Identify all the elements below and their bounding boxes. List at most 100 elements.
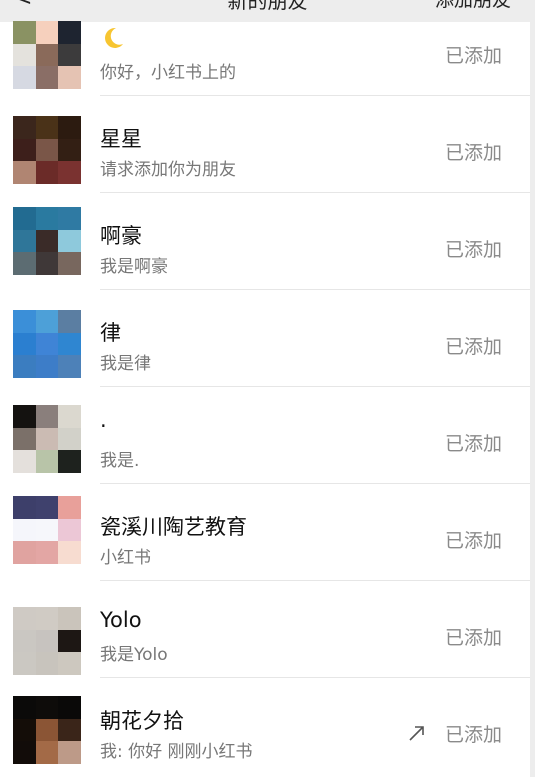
avatar[interactable] xyxy=(13,21,81,89)
friend-message: 小红书 xyxy=(100,548,151,568)
avatar[interactable] xyxy=(13,607,81,675)
avatar-tile xyxy=(35,696,59,719)
avatar-tile xyxy=(58,652,81,675)
status-added: 已添加 xyxy=(444,530,502,552)
avatar-tile xyxy=(13,207,36,230)
avatar-tile xyxy=(35,607,59,630)
status-added: 已添加 xyxy=(444,142,502,164)
avatar-tile xyxy=(13,741,36,764)
friend-name: · xyxy=(100,414,107,438)
friend-message: 请求添加你为朋友 xyxy=(100,160,236,180)
friend-message: 我: 你好 刚刚小红书 xyxy=(100,742,253,762)
friend-message: 我是. xyxy=(100,451,140,471)
avatar[interactable] xyxy=(13,696,81,764)
avatar-tile xyxy=(35,207,59,230)
friend-row[interactable]: · 我是. 已添加 xyxy=(0,387,530,484)
friend-row[interactable]: 星星 请求添加你为朋友 已添加 xyxy=(0,96,530,193)
avatar-tile xyxy=(13,450,36,473)
avatar-tile xyxy=(13,229,36,253)
avatar-tile xyxy=(58,427,81,451)
avatar-tile xyxy=(13,718,36,742)
friend-row[interactable]: 你好，小红书上的 已添加 xyxy=(0,0,530,96)
avatar-tile xyxy=(13,629,36,653)
avatar-tile xyxy=(13,43,36,67)
avatar-tile xyxy=(58,541,81,564)
avatar-tile xyxy=(13,310,36,333)
avatar-tile xyxy=(58,629,81,653)
avatar-tile xyxy=(35,252,59,275)
arrow-up-right-icon[interactable] xyxy=(407,723,427,743)
friend-message: 我是律 xyxy=(100,354,151,374)
avatar-tile xyxy=(58,355,81,378)
avatar-tile xyxy=(58,138,81,162)
avatar-tile xyxy=(58,518,81,542)
friend-row[interactable]: 朝花夕拾 我: 你好 刚刚小红书 已添加 xyxy=(0,678,530,775)
avatar-tile xyxy=(13,405,36,428)
avatar[interactable] xyxy=(13,310,81,378)
avatar-tile xyxy=(13,518,36,542)
avatar-tile xyxy=(13,21,36,44)
avatar-tile xyxy=(58,696,81,719)
avatar-tile xyxy=(35,652,59,675)
avatar-tile xyxy=(58,116,81,139)
avatar-tile xyxy=(13,332,36,356)
friend-name: 星星 xyxy=(100,127,142,151)
avatar-tile xyxy=(58,43,81,67)
avatar-tile xyxy=(35,138,59,162)
avatar-tile xyxy=(13,138,36,162)
avatar-tile xyxy=(58,496,81,519)
avatar[interactable] xyxy=(13,496,81,564)
avatar-tile xyxy=(58,405,81,428)
avatar-tile xyxy=(13,541,36,564)
avatar-tile xyxy=(13,355,36,378)
avatar-tile xyxy=(58,450,81,473)
avatar-tile xyxy=(35,541,59,564)
avatar-tile xyxy=(58,229,81,253)
friend-row[interactable]: 啊豪 我是啊豪 已添加 xyxy=(0,193,530,290)
avatar-tile xyxy=(13,496,36,519)
friend-row[interactable]: Yolo 我是Yolo 已添加 xyxy=(0,581,530,678)
status-added: 已添加 xyxy=(444,239,502,261)
avatar-tile xyxy=(35,355,59,378)
status-added: 已添加 xyxy=(444,627,502,649)
status-added: 已添加 xyxy=(444,45,502,67)
friend-row[interactable]: 瓷溪川陶艺教育 小红书 已添加 xyxy=(0,484,530,581)
avatar-tile xyxy=(35,161,59,184)
status-added: 已添加 xyxy=(444,724,502,746)
avatar-tile xyxy=(35,741,59,764)
avatar-tile xyxy=(58,252,81,275)
avatar-tile xyxy=(58,607,81,630)
crescent-moon-icon xyxy=(105,27,123,48)
friend-row[interactable]: 律 我是律 已添加 xyxy=(0,290,530,387)
avatar-tile xyxy=(35,116,59,139)
avatar-tile xyxy=(58,332,81,356)
avatar-tile xyxy=(13,427,36,451)
friend-message: 你好，小红书上的 xyxy=(100,63,236,83)
avatar-tile xyxy=(35,43,59,67)
avatar-tile xyxy=(35,496,59,519)
avatar-tile xyxy=(58,207,81,230)
avatar[interactable] xyxy=(13,405,81,473)
avatar-tile xyxy=(35,332,59,356)
avatar-tile xyxy=(35,66,59,89)
friend-name: Yolo xyxy=(100,608,142,632)
avatar-tile xyxy=(13,696,36,719)
avatar-tile xyxy=(35,427,59,451)
avatar-tile xyxy=(35,405,59,428)
friend-name: 瓷溪川陶艺教育 xyxy=(100,515,247,539)
avatar-tile xyxy=(58,310,81,333)
avatar-tile xyxy=(58,66,81,89)
friend-message: 我是Yolo xyxy=(100,645,168,665)
avatar-tile xyxy=(13,607,36,630)
friend-name: 啊豪 xyxy=(100,224,142,248)
avatar-tile xyxy=(58,741,81,764)
avatar-tile xyxy=(35,310,59,333)
avatar-tile xyxy=(35,718,59,742)
avatar-tile xyxy=(13,116,36,139)
avatar[interactable] xyxy=(13,116,81,184)
avatar-tile xyxy=(58,718,81,742)
friend-message: 我是啊豪 xyxy=(100,257,168,277)
status-added: 已添加 xyxy=(444,433,502,455)
avatar-tile xyxy=(58,161,81,184)
avatar[interactable] xyxy=(13,207,81,275)
